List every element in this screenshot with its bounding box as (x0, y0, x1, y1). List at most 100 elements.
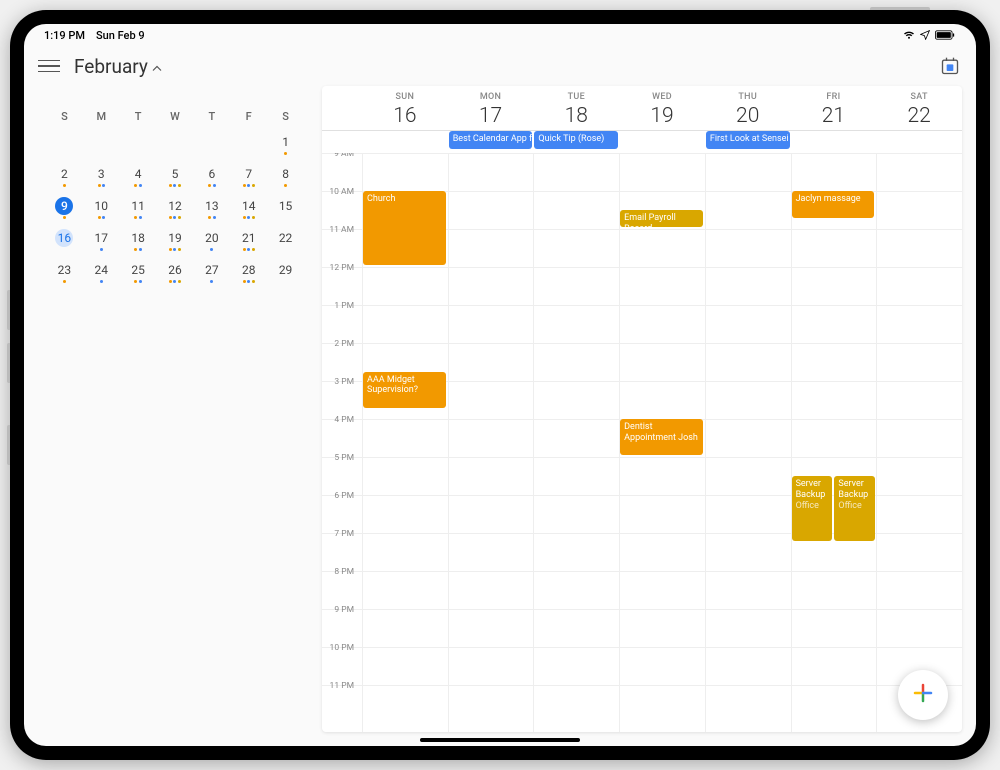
app-header: February (24, 46, 976, 86)
mini-day-number (203, 133, 221, 151)
screen: 1:19 PM Sun Feb 9 Februa (24, 24, 976, 746)
mini-day-cell[interactable]: 15 (267, 195, 304, 227)
day-header[interactable]: TUE18 (533, 86, 619, 130)
mini-day-cell[interactable]: 26 (157, 259, 194, 291)
day-of-week-label: TUE (533, 92, 619, 102)
allday-event[interactable]: Best Calendar App for… (449, 131, 533, 149)
day-column[interactable] (448, 153, 534, 732)
mini-day-cell[interactable]: 14 (230, 195, 267, 227)
mini-day-cell (157, 131, 194, 163)
day-column[interactable] (705, 153, 791, 732)
mini-day-cell[interactable]: 6 (193, 163, 230, 195)
event-dots (63, 216, 66, 220)
plus-icon (911, 681, 935, 709)
day-header[interactable]: THU 20 (705, 86, 791, 130)
event-title: Jaclyn massage (796, 194, 871, 205)
hour-label: 9 PM (322, 605, 358, 615)
mini-day-number (240, 133, 258, 151)
event-subtitle: Office (796, 501, 829, 512)
day-header[interactable]: WED19 (619, 86, 705, 130)
status-time: 1:19 PM (44, 29, 85, 42)
day-header[interactable]: SUN 16 (362, 86, 448, 130)
hour-label: 7 PM (322, 529, 358, 539)
mini-day-number: 12 (166, 197, 184, 215)
hour-label: 10 PM (322, 643, 358, 653)
status-date: Sun Feb 9 (96, 29, 145, 42)
calendar-event[interactable]: AAA Midget Supervision? (363, 372, 446, 408)
day-column[interactable] (876, 153, 962, 732)
day-header[interactable]: MON17 (448, 86, 534, 130)
day-number: 20 (705, 104, 791, 128)
month-selector[interactable]: February (74, 55, 162, 78)
event-title: Church (367, 194, 442, 205)
mini-day-number: 8 (277, 165, 295, 183)
allday-event[interactable]: Quick Tip (Rose) (534, 131, 618, 149)
day-of-week-label: SUN (362, 92, 448, 102)
mini-day-cell[interactable]: 28 (230, 259, 267, 291)
mini-day-cell[interactable]: 17 (83, 227, 120, 259)
hour-label: 8 PM (322, 567, 358, 577)
mini-day-cell[interactable]: 8 (267, 163, 304, 195)
mini-day-cell[interactable]: 9 (46, 195, 83, 227)
day-column[interactable] (791, 153, 877, 732)
calendar-event[interactable]: Server BackupOffice (792, 476, 833, 541)
mini-day-number: 3 (92, 165, 110, 183)
mini-day-cell[interactable]: 2 (46, 163, 83, 195)
mini-dow-label: F (230, 102, 267, 131)
mini-day-cell[interactable]: 22 (267, 227, 304, 259)
mini-day-cell[interactable]: 16 (46, 227, 83, 259)
event-dots (63, 280, 66, 284)
mini-day-cell[interactable]: 24 (83, 259, 120, 291)
event-dots (243, 280, 255, 284)
mini-day-cell[interactable]: 12 (157, 195, 194, 227)
calendar-event[interactable]: Church (363, 191, 446, 265)
mini-day-cell[interactable]: 7 (230, 163, 267, 195)
allday-cell: Best Calendar App for… (448, 131, 534, 153)
hour-label: 12 PM (322, 263, 358, 273)
day-of-week-label: THU (705, 92, 791, 102)
mini-day-cell[interactable]: 23 (46, 259, 83, 291)
allday-event[interactable]: First Look at Sensei (… (706, 131, 790, 149)
mini-day-cell (46, 131, 83, 163)
calendar-event[interactable]: Jaclyn massage (792, 191, 875, 218)
mini-day-number (166, 133, 184, 151)
hour-label: 11 PM (322, 681, 358, 691)
menu-icon[interactable] (38, 55, 60, 77)
mini-day-cell[interactable]: 13 (193, 195, 230, 227)
mini-day-cell[interactable]: 10 (83, 195, 120, 227)
mini-day-cell[interactable]: 29 (267, 259, 304, 291)
calendar-event[interactable]: Dentist Appointment Josh (620, 419, 703, 455)
day-header[interactable]: SAT22 (876, 86, 962, 130)
event-dots (243, 216, 255, 220)
home-indicator[interactable] (420, 738, 580, 742)
mini-dow-label: M (83, 102, 120, 131)
mini-day-cell[interactable]: 5 (157, 163, 194, 195)
mini-day-cell[interactable]: 4 (120, 163, 157, 195)
mini-day-cell[interactable]: 19 (157, 227, 194, 259)
calendar-event[interactable]: Server BackupOffice (834, 476, 875, 541)
mini-day-cell[interactable]: 21 (230, 227, 267, 259)
mini-day-cell[interactable]: 3 (83, 163, 120, 195)
day-header[interactable]: FRI21 (791, 86, 877, 130)
calendar-event[interactable]: Email Payroll Record… (620, 210, 703, 227)
mini-day-number (129, 133, 147, 151)
add-event-fab[interactable] (898, 670, 948, 720)
today-icon[interactable] (938, 54, 962, 78)
mini-day-cell[interactable]: 20 (193, 227, 230, 259)
mini-day-number: 2 (55, 165, 73, 183)
day-number: 16 (362, 104, 448, 128)
mini-day-cell[interactable]: 25 (120, 259, 157, 291)
mini-day-number: 25 (129, 261, 147, 279)
mini-dow-label: T (193, 102, 230, 131)
mini-day-cell[interactable]: 11 (120, 195, 157, 227)
week-view: SUN 16MON17TUE18WED19THU 20FRI21SAT22 Best… (322, 86, 962, 732)
mini-day-cell[interactable]: 18 (120, 227, 157, 259)
day-column[interactable] (533, 153, 619, 732)
mini-day-cell[interactable]: 1 (267, 131, 304, 163)
event-dots (169, 216, 181, 220)
event-dots (210, 280, 213, 284)
event-dots (169, 184, 181, 188)
mini-day-number: 11 (129, 197, 147, 215)
event-dots (284, 184, 287, 188)
mini-day-cell[interactable]: 27 (193, 259, 230, 291)
